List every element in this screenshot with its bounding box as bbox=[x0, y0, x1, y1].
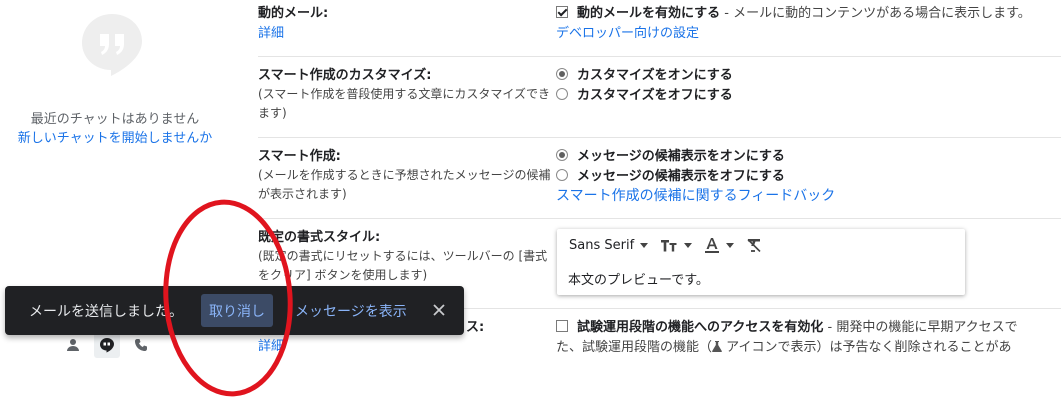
toast-message: メールを送信しました。 bbox=[29, 304, 183, 320]
font-family-label: Sans Serif bbox=[569, 237, 635, 253]
chat-panel: 最近のチャットはありません 新しいチャットを開始しませんか bbox=[0, 0, 230, 412]
contacts-tab[interactable] bbox=[60, 332, 86, 358]
experimental-checkbox[interactable] bbox=[556, 320, 568, 332]
setting-dynamic-mail: 動的メール: 詳細 動的メールを有効にする - メールに動的コンテンツがある場合… bbox=[258, 4, 1061, 54]
close-icon[interactable] bbox=[429, 300, 449, 320]
flask-icon bbox=[712, 341, 722, 352]
experimental-option-label: 試験運用段階の機能へのアクセスを有効化 bbox=[577, 320, 824, 335]
phone-tab[interactable] bbox=[128, 332, 154, 358]
personalization-off-label: カスタマイズをオフにする bbox=[577, 88, 733, 103]
setting-smart-compose-personalization: スマート作成のカスタマイズ: (スマート作成を普段使用する文章にカスタマイズでき… bbox=[258, 56, 1061, 144]
chat-tabs bbox=[60, 332, 154, 360]
smart-compose-on-label: メッセージの候補表示をオンにする bbox=[577, 149, 785, 164]
developer-settings-link[interactable]: デベロッパー向けの設定 bbox=[556, 24, 699, 43]
smart-compose-off-radio[interactable] bbox=[556, 169, 568, 181]
text-color-dropdown[interactable] bbox=[704, 237, 735, 253]
person-icon bbox=[67, 339, 79, 351]
format-style-card: Sans Serif 本文のプレビューです。 bbox=[557, 229, 965, 295]
personalization-subtitle: (スマート作成を普段使用する文章にカスタマイズできます) bbox=[258, 87, 550, 120]
personalization-on-option[interactable]: カスタマイズをオンにする bbox=[556, 66, 733, 85]
dynamic-mail-option: 動的メールを有効にする - メールに動的コンテンツがある場合に表示します。 bbox=[556, 4, 1031, 23]
hangouts-small-icon bbox=[100, 338, 114, 353]
setting-smart-compose: スマート作成: (メールを作成するときに予想されたメッセージの候補が表示されます… bbox=[258, 137, 1061, 225]
dynamic-mail-checkbox[interactable] bbox=[556, 6, 568, 18]
smart-compose-on-option[interactable]: メッセージの候補表示をオンにする bbox=[556, 147, 785, 166]
experimental-option-line2: た、試験運用段階の機能（ アイコンで表示）は予告なく削除されることがあ bbox=[556, 338, 1012, 357]
personalization-off-option[interactable]: カスタマイズをオフにする bbox=[556, 86, 733, 105]
smart-compose-on-radio[interactable] bbox=[556, 149, 568, 161]
undo-button[interactable]: 取り消し bbox=[201, 294, 273, 327]
experimental-option-desc: - 開発中の機能に早期アクセスで bbox=[823, 320, 1018, 335]
experimental-line2-start: た、試験運用段階の機能（ bbox=[556, 340, 713, 355]
clear-format-icon bbox=[747, 238, 761, 252]
text-color-icon bbox=[705, 238, 720, 253]
phone-icon bbox=[135, 339, 147, 351]
chevron-down-icon bbox=[726, 242, 735, 248]
text-size-icon bbox=[661, 240, 677, 252]
no-recent-chats-text: 最近のチャットはありません bbox=[30, 112, 200, 127]
experimental-line2-end: アイコンで表示）は予告なく削除されることがあ bbox=[722, 340, 1012, 355]
chevron-down-icon bbox=[640, 242, 649, 248]
dynamic-mail-option-desc: - メールに動的コンテンツがある場合に表示します。 bbox=[720, 6, 1031, 21]
remove-formatting-button[interactable] bbox=[746, 238, 762, 252]
font-family-dropdown[interactable]: Sans Serif bbox=[569, 237, 649, 253]
format-preview-text: 本文のプレビューです。 bbox=[568, 273, 709, 288]
personalization-on-radio[interactable] bbox=[556, 68, 568, 80]
hangouts-icon bbox=[82, 14, 142, 76]
message-sent-toast: メールを送信しました。 取り消し メッセージを表示 bbox=[5, 286, 464, 335]
chevron-down-icon bbox=[684, 242, 693, 248]
smart-compose-feedback-link[interactable]: スマート作成の候補に関するフィードバック bbox=[556, 187, 835, 206]
personalization-on-label: カスタマイズをオンにする bbox=[577, 68, 733, 83]
personalization-off-radio[interactable] bbox=[556, 88, 568, 100]
format-toolbar: Sans Serif bbox=[569, 237, 774, 253]
dynamic-mail-option-label: 動的メールを有効にする bbox=[577, 6, 721, 21]
default-style-subtitle: (既定の書式にリセットするには、ツールバーの [書式をクリア] ボタンを使用しま… bbox=[258, 249, 548, 282]
smart-compose-off-option[interactable]: メッセージの候補表示をオフにする bbox=[556, 167, 785, 186]
smart-compose-subtitle: (メールを作成するときに予想されたメッセージの候補が表示されます) bbox=[258, 168, 551, 201]
font-size-dropdown[interactable] bbox=[660, 238, 693, 252]
view-message-link[interactable]: メッセージを表示 bbox=[295, 301, 407, 321]
hangouts-tab[interactable] bbox=[94, 332, 120, 358]
start-new-chat-link[interactable]: 新しいチャットを開始しませんか bbox=[0, 127, 230, 146]
experimental-option: 試験運用段階の機能へのアクセスを有効化 - 開発中の機能に早期アクセスで bbox=[556, 318, 1018, 337]
smart-compose-off-label: メッセージの候補表示をオフにする bbox=[577, 169, 785, 184]
